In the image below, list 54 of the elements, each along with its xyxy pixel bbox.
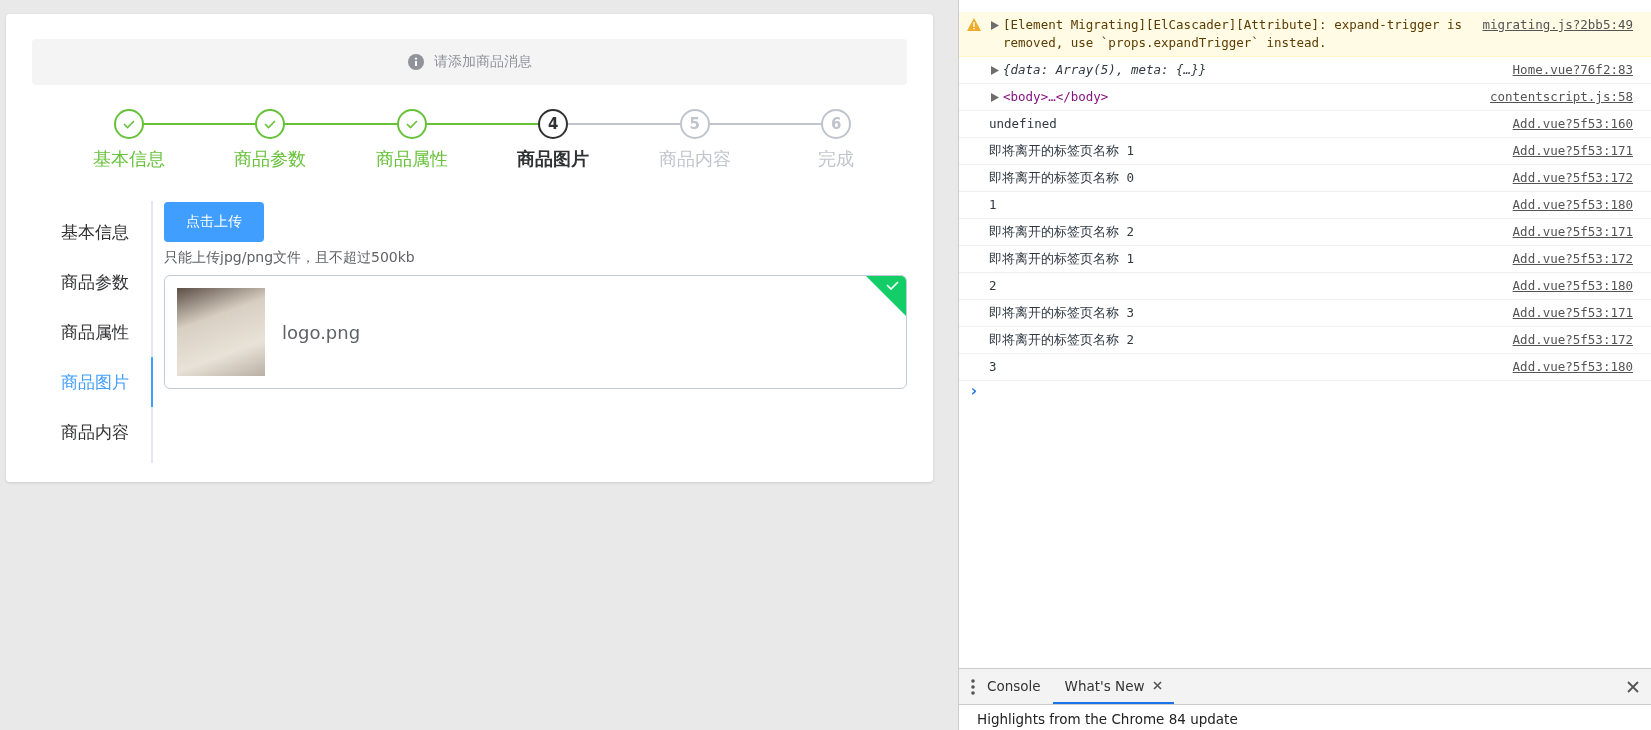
source-link[interactable]: Add.vue?5f53:172 (1512, 250, 1633, 268)
upload-hint: 只能上传jpg/png文件，且不超过500kb (164, 249, 416, 267)
console-message: [Element Migrating][ElCascader][Attribute]: expand-trigger is removed, use `props.expandTrigger` instead. (1003, 16, 1463, 52)
step-label: 商品内容 (658, 147, 731, 171)
console-message: 即将离开的标签页名称 1 (989, 142, 1136, 160)
file-name: logo.png (282, 321, 361, 343)
drawer-tab[interactable]: Console (975, 669, 1053, 704)
source-link[interactable]: Add.vue?5f53:160 (1512, 115, 1633, 133)
side-tab[interactable]: 商品内容 (61, 407, 153, 457)
step-number: 5 (679, 109, 710, 139)
source-link[interactable]: Add.vue?5f53:171 (1512, 223, 1633, 241)
step-number: 6 (821, 109, 852, 139)
source-link[interactable]: Add.vue?5f53:180 (1512, 196, 1633, 214)
console-message: 即将离开的标签页名称 2 (989, 331, 1136, 349)
step-label: 完成 (818, 147, 855, 171)
warning-icon (967, 18, 981, 31)
close-icon[interactable] (1627, 680, 1639, 693)
close-icon[interactable] (1152, 681, 1162, 690)
step-label: 基本信息 (92, 147, 165, 171)
console-message: 即将离开的标签页名称 1 (989, 250, 1136, 268)
expand-triangle-icon[interactable] (991, 21, 999, 30)
console-message: {data: Array(5), meta: {…}} (1003, 61, 1208, 79)
source-link[interactable]: Home.vue?76f2:83 (1512, 61, 1633, 79)
source-link[interactable]: Add.vue?5f53:171 (1512, 142, 1633, 160)
source-link[interactable]: contentscript.js:58 (1490, 88, 1633, 106)
console-message: <body>…</body> (1003, 88, 1110, 106)
console-message: 3 (989, 358, 998, 376)
side-tab[interactable]: 商品参数 (61, 257, 153, 307)
source-link[interactable]: migrating.js?2bb5:49 (1482, 16, 1633, 34)
console-message: undefined (989, 115, 1058, 133)
source-link[interactable]: Add.vue?5f53:180 (1512, 277, 1633, 295)
info-icon (407, 54, 424, 70)
console-message: 2 (989, 277, 998, 295)
drawer-content-text: Highlights from the Chrome 84 update (976, 710, 1239, 729)
expand-triangle-icon[interactable] (991, 93, 999, 102)
source-link[interactable]: Add.vue?5f53:171 (1512, 304, 1633, 322)
side-tab[interactable]: 商品属性 (61, 307, 153, 357)
console-message: 即将离开的标签页名称 2 (989, 223, 1136, 241)
side-tab[interactable]: 基本信息 (61, 207, 153, 257)
step-label: 商品参数 (234, 147, 307, 171)
source-link[interactable]: Add.vue?5f53:172 (1512, 331, 1633, 349)
step-number: 4 (538, 109, 569, 139)
source-link[interactable]: Add.vue?5f53:172 (1512, 169, 1633, 187)
console-message: 1 (989, 196, 998, 214)
drawer-tab[interactable]: What's New (1052, 669, 1174, 704)
console-message: 即将离开的标签页名称 0 (989, 169, 1136, 187)
step-label: 商品属性 (375, 147, 448, 171)
more-menu-icon[interactable] (971, 678, 975, 695)
console-prompt[interactable]: › (959, 381, 1651, 400)
expand-triangle-icon[interactable] (991, 66, 999, 75)
alert-text: 请添加商品消息 (433, 53, 532, 71)
source-link[interactable]: Add.vue?5f53:180 (1512, 358, 1633, 376)
step-label: 商品图片 (517, 147, 590, 171)
console-message: 即将离开的标签页名称 3 (989, 304, 1136, 322)
